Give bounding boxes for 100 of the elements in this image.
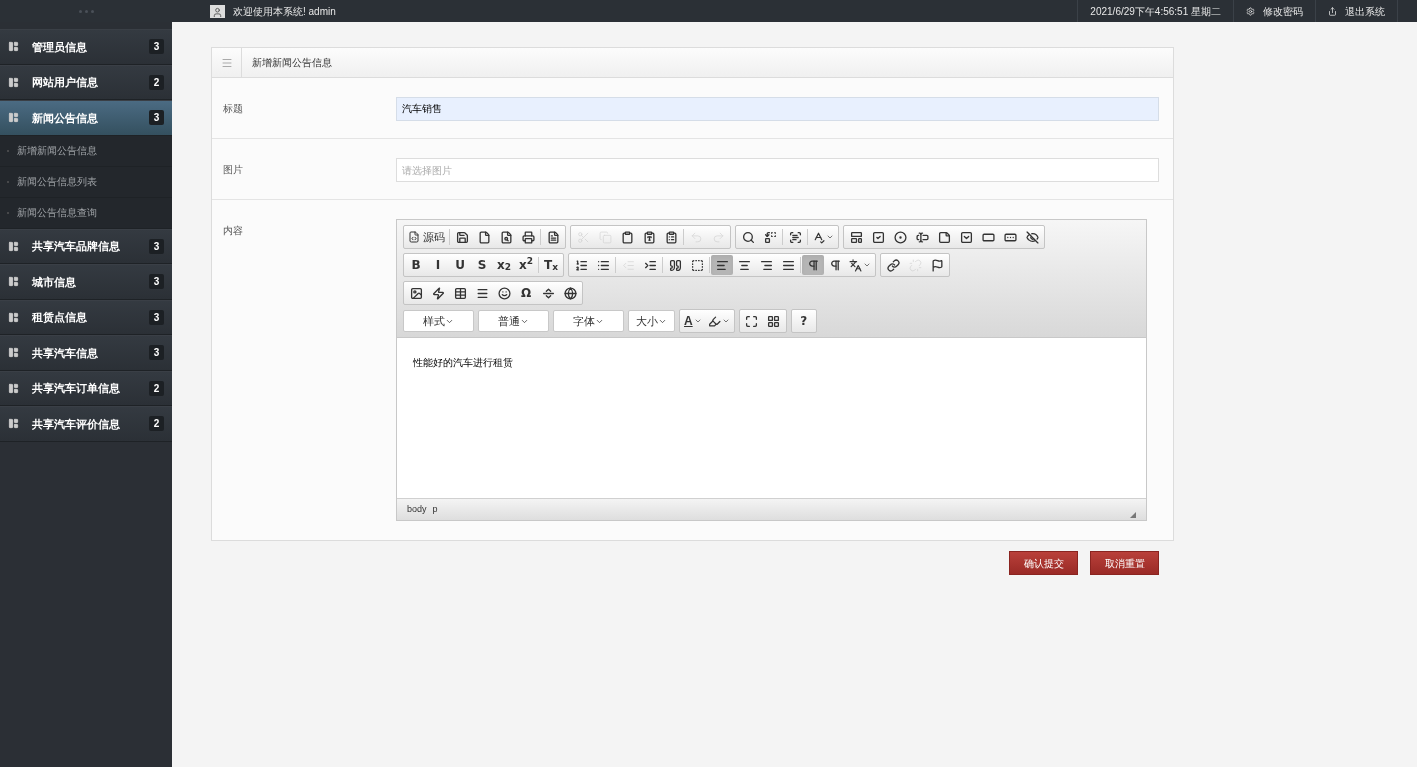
preview-icon — [499, 230, 513, 244]
user-icon — [210, 4, 225, 18]
page-break-icon — [541, 286, 555, 300]
count-badge: 3 — [149, 110, 164, 126]
table-icon — [453, 286, 467, 300]
text-field-icon — [915, 230, 929, 244]
sidebar-item[interactable]: 新闻公告信息 3 — [0, 100, 172, 136]
cut-icon — [576, 230, 590, 244]
outdent-icon — [621, 258, 635, 272]
grid-icon — [8, 347, 19, 359]
undo-icon — [689, 230, 703, 244]
image-icon — [409, 286, 423, 300]
action-button[interactable]: 确认提交 — [1009, 551, 1078, 575]
toolbar-button[interactable]: B — [405, 255, 427, 275]
highlighter-icon — [707, 314, 721, 328]
paste-text-icon — [642, 230, 656, 244]
count-badge: 3 — [149, 238, 164, 254]
code-file-icon — [408, 231, 420, 243]
radio-icon — [893, 230, 907, 244]
bullet-list-icon — [596, 258, 610, 272]
grid-icon — [8, 382, 19, 394]
field-label: 内容 — [222, 224, 244, 238]
submenu-item[interactable]: 新增新闻公告信息 — [0, 135, 172, 167]
sidebar-item[interactable]: 租赁点信息 3 — [0, 299, 172, 335]
field-label: 图片 — [222, 163, 244, 177]
sidebar-item[interactable]: 管理员信息 3 — [0, 29, 172, 65]
sidebar-label: 共享汽车信息 — [32, 345, 98, 361]
toolbar-button[interactable]: S — [471, 255, 493, 275]
text-color-button[interactable]: A — [681, 311, 705, 331]
toolbar-button[interactable]: Ω — [515, 283, 537, 303]
paste-icon — [620, 230, 634, 244]
toolbar-button[interactable]: x$^{2}$ — [515, 255, 537, 275]
unlink-icon — [908, 258, 922, 272]
align-center-icon — [737, 258, 751, 272]
redo-icon — [711, 230, 725, 244]
toolbar-button[interactable] — [711, 255, 733, 275]
text-field[interactable]: 请选择图片 — [396, 158, 1159, 182]
language-icon — [849, 258, 862, 272]
maximize-icon — [745, 314, 759, 328]
sidebar-label: 新闻公告信息 — [32, 110, 98, 126]
format-dropdown[interactable]: 字体 — [553, 310, 624, 332]
select-icon — [959, 230, 973, 244]
toolbar-button[interactable]: T$_{x}$ — [540, 255, 562, 275]
save-icon — [455, 230, 469, 244]
indent-icon — [643, 258, 657, 272]
replace-icon — [763, 230, 777, 244]
link-icon — [886, 258, 900, 272]
format-dropdown[interactable]: 大小 — [628, 310, 675, 332]
align-justify-icon — [781, 258, 795, 272]
sidebar-label: 网站用户信息 — [32, 75, 98, 90]
resize-grip-icon[interactable] — [1130, 511, 1136, 518]
text-field[interactable]: 汽车销售 — [396, 97, 1159, 121]
grid-icon — [8, 418, 19, 430]
toolbar-button[interactable]: I — [427, 255, 449, 275]
document-icon — [546, 230, 560, 244]
toolbar-button[interactable]: ? — [792, 311, 815, 331]
toolbar-button[interactable]: U — [449, 255, 471, 275]
element-path[interactable]: p — [432, 502, 438, 517]
count-badge: 2 — [149, 416, 164, 432]
gear-icon — [1246, 6, 1255, 16]
sidebar-item[interactable]: 网站用户信息 2 — [0, 64, 172, 100]
format-dropdown[interactable]: 普通 — [478, 310, 549, 332]
lightning-icon — [431, 286, 445, 300]
smiley-icon — [497, 286, 511, 300]
format-dropdown[interactable]: 样式 — [403, 310, 474, 332]
globe-icon — [563, 286, 577, 300]
sidebar-label: 租赁点信息 — [32, 310, 87, 325]
sidebar-item[interactable]: 共享汽车品牌信息 3 — [0, 228, 172, 264]
grid-icon — [8, 41, 19, 53]
action-button[interactable]: 取消重置 — [1090, 551, 1159, 575]
spellcheck-icon — [812, 230, 825, 244]
flag-icon — [930, 258, 944, 272]
submenu-item[interactable]: 新闻公告信息列表 — [0, 166, 172, 198]
print-icon — [521, 230, 535, 244]
sidebar-item[interactable]: 共享汽车订单信息 2 — [0, 370, 172, 406]
count-badge: 3 — [149, 274, 164, 290]
menu-icon — [220, 56, 233, 69]
sidebar-item[interactable]: 共享汽车信息 3 — [0, 335, 172, 371]
paste-list-icon — [664, 230, 678, 244]
copy-icon — [598, 230, 612, 244]
editor-text: 性能好的汽车进行租赁 — [413, 356, 514, 370]
quote-icon — [668, 258, 682, 272]
element-path[interactable]: body — [407, 502, 427, 517]
top-link[interactable]: 退出系统 — [1315, 0, 1397, 22]
top-link[interactable]: 修改密码 — [1233, 0, 1315, 22]
sidebar-label: 共享汽车订单信息 — [32, 381, 120, 396]
source-button[interactable]: 源码 — [405, 227, 448, 247]
sidebar-item[interactable]: 共享汽车评价信息 2 — [0, 406, 172, 442]
sidebar-item[interactable]: 城市信息 3 — [0, 264, 172, 300]
caret-icon — [863, 261, 871, 269]
checkbox-icon — [871, 230, 885, 244]
form-icon — [849, 230, 863, 244]
sidebar-label: 城市信息 — [32, 274, 76, 290]
submenu-item[interactable]: 新闻公告信息查询 — [0, 197, 172, 229]
grid-icon — [8, 240, 19, 252]
file-icon — [477, 230, 491, 244]
pilcrow-icon — [806, 258, 820, 272]
toolbar-button[interactable]: x$_{2}$ — [493, 255, 515, 275]
field-label: 标题 — [222, 102, 244, 116]
blocks-icon — [767, 314, 781, 328]
